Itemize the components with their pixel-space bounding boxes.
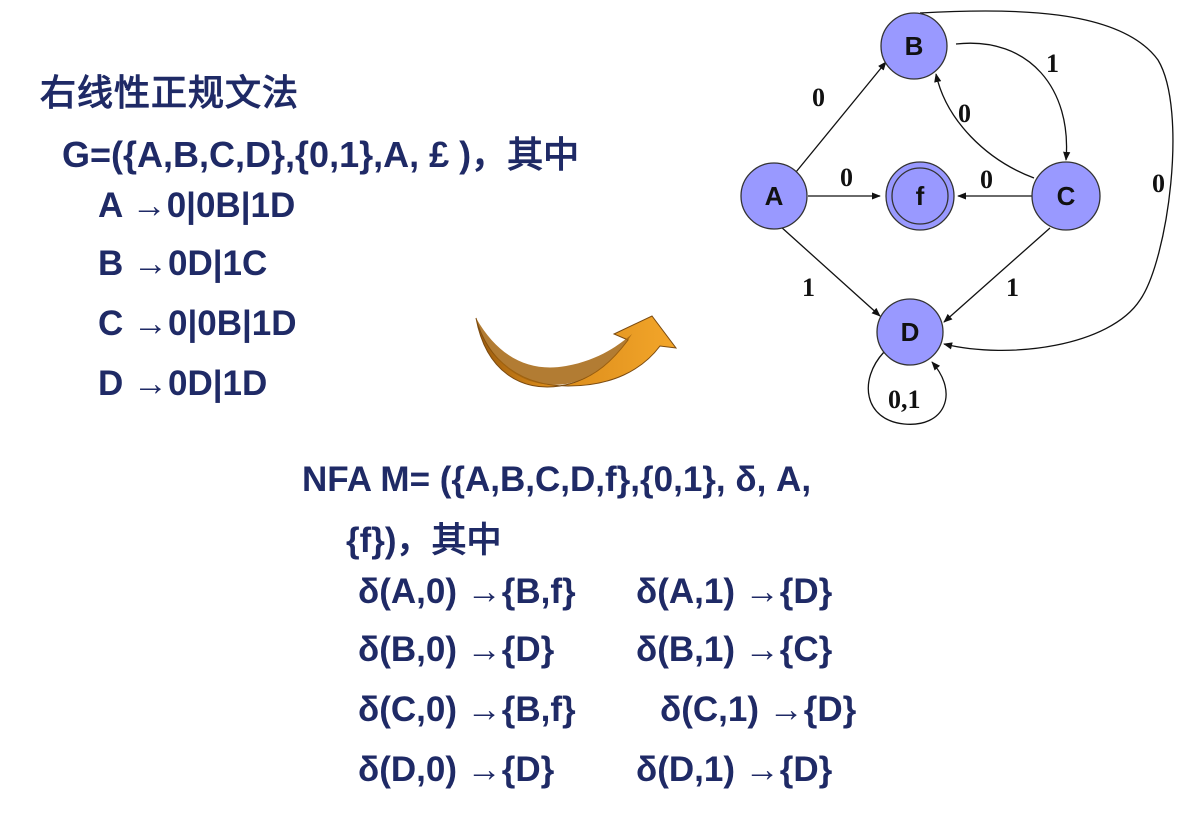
state-c: C xyxy=(1031,161,1101,231)
edge-a-b xyxy=(795,61,887,173)
label-c-d: 1 xyxy=(1006,273,1019,302)
state-f-accepting: f xyxy=(885,161,955,231)
label-a-f: 0 xyxy=(840,163,853,192)
state-b: B xyxy=(880,12,948,80)
state-c-label: C xyxy=(1057,181,1076,211)
edge-c-d xyxy=(943,227,1051,323)
state-a-label: A xyxy=(765,181,784,211)
edge-a-d xyxy=(779,225,881,317)
state-d-label: D xyxy=(901,317,920,347)
state-diagram: B A f C D 0 0 1 1 0 0 1 0 0,1 xyxy=(740,10,1174,425)
state-a: A xyxy=(740,162,808,230)
label-c-f: 0 xyxy=(980,165,993,194)
label-b-d: 0 xyxy=(1152,169,1165,198)
state-d: D xyxy=(876,298,944,366)
label-a-d: 1 xyxy=(802,273,815,302)
label-d-d: 0,1 xyxy=(888,385,921,414)
label-a-b: 0 xyxy=(812,83,825,112)
state-b-label: B xyxy=(905,31,924,61)
edge-c-b xyxy=(934,73,1035,179)
label-b-c: 1 xyxy=(1046,49,1059,78)
label-c-b: 0 xyxy=(958,99,971,128)
state-f-label: f xyxy=(916,181,925,211)
